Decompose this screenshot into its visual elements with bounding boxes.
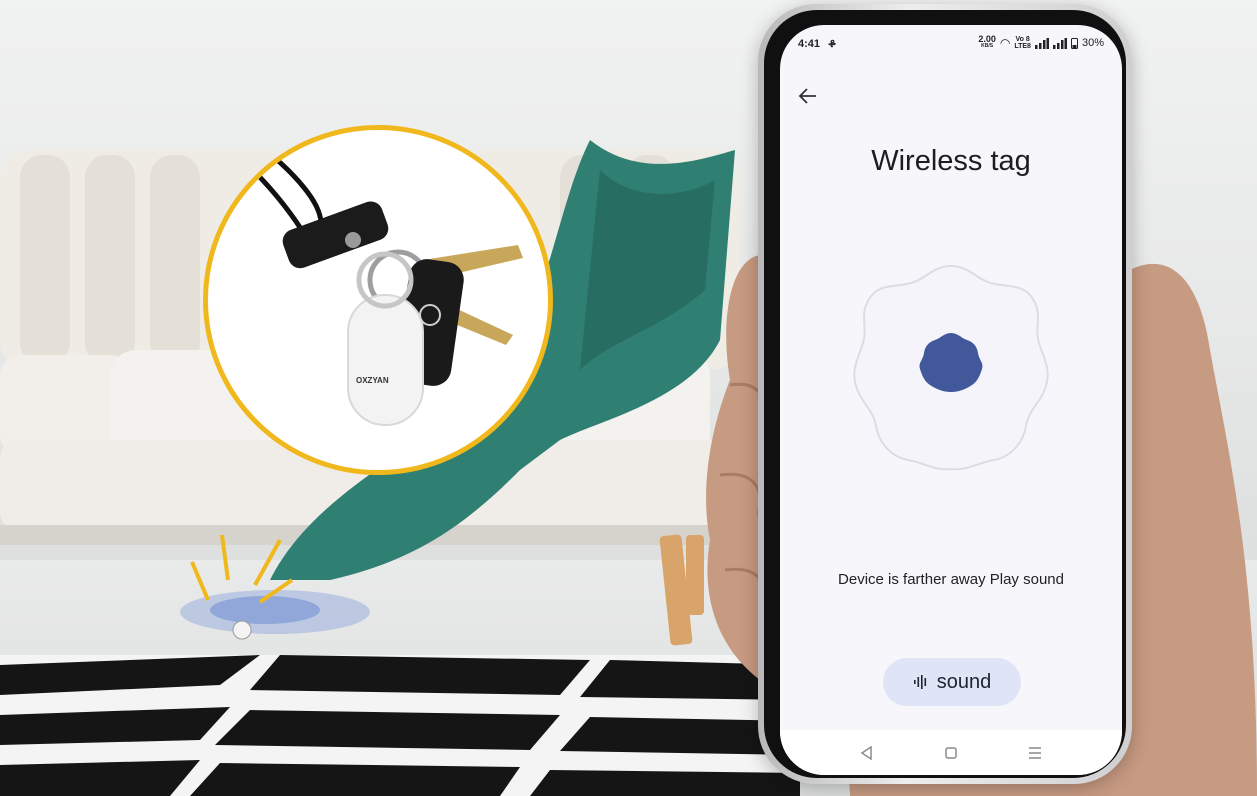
arrow-left-icon[interactable] bbox=[798, 87, 818, 111]
distance-message: Device is farther away Play sound bbox=[838, 571, 1064, 588]
system-nav-bar bbox=[780, 730, 1122, 775]
triangle-back-icon[interactable] bbox=[856, 742, 878, 764]
status-right-group: 2.00 KB/S ◠ Vo 8 LTE8 30% bbox=[978, 34, 1104, 51]
sound-button-label: sound bbox=[936, 670, 992, 693]
status-time: 4:41 bbox=[798, 38, 821, 50]
network-speed: 2.00 KB/S bbox=[978, 34, 996, 50]
menu-lines-icon[interactable] bbox=[1024, 742, 1046, 764]
wifi-icon: ◠ bbox=[999, 36, 1011, 50]
volte-indicator: Vo 8 LTE8 bbox=[1014, 36, 1031, 50]
square-home-icon[interactable] bbox=[940, 742, 962, 764]
striped-rug bbox=[0, 655, 800, 796]
status-bar: 4:41 ቆ 2.00 KB/S ◠ Vo 8 LTE8 30% bbox=[780, 25, 1122, 61]
signal-icon bbox=[1034, 37, 1049, 49]
product-brand-label: OXZYAN bbox=[356, 376, 389, 385]
battery-icon bbox=[1070, 38, 1078, 49]
signal-icon bbox=[1052, 37, 1067, 49]
battery-percent: 30% bbox=[1081, 37, 1104, 49]
floor-tag-signal bbox=[180, 534, 370, 640]
phone-bezel: 4:41 ቆ 2.00 KB/S ◠ Vo 8 LTE8 30% Wireles… bbox=[764, 10, 1126, 778]
tag-locator-graphic bbox=[853, 264, 1049, 471]
phone-screen: 4:41 ቆ 2.00 KB/S ◠ Vo 8 LTE8 30% Wireles… bbox=[780, 25, 1122, 775]
phone-body: 4:41 ቆ 2.00 KB/S ◠ Vo 8 LTE8 30% Wireles… bbox=[758, 4, 1132, 784]
sound-wave-icon bbox=[913, 675, 926, 689]
zoom-keychain-circle: OXZYAN bbox=[203, 125, 553, 475]
keychain-illustration bbox=[208, 130, 523, 426]
page-title: Wireless tag bbox=[871, 145, 1031, 177]
play-sound-button[interactable]: sound bbox=[883, 658, 1021, 706]
notification-icon: ቆ bbox=[828, 36, 837, 50]
